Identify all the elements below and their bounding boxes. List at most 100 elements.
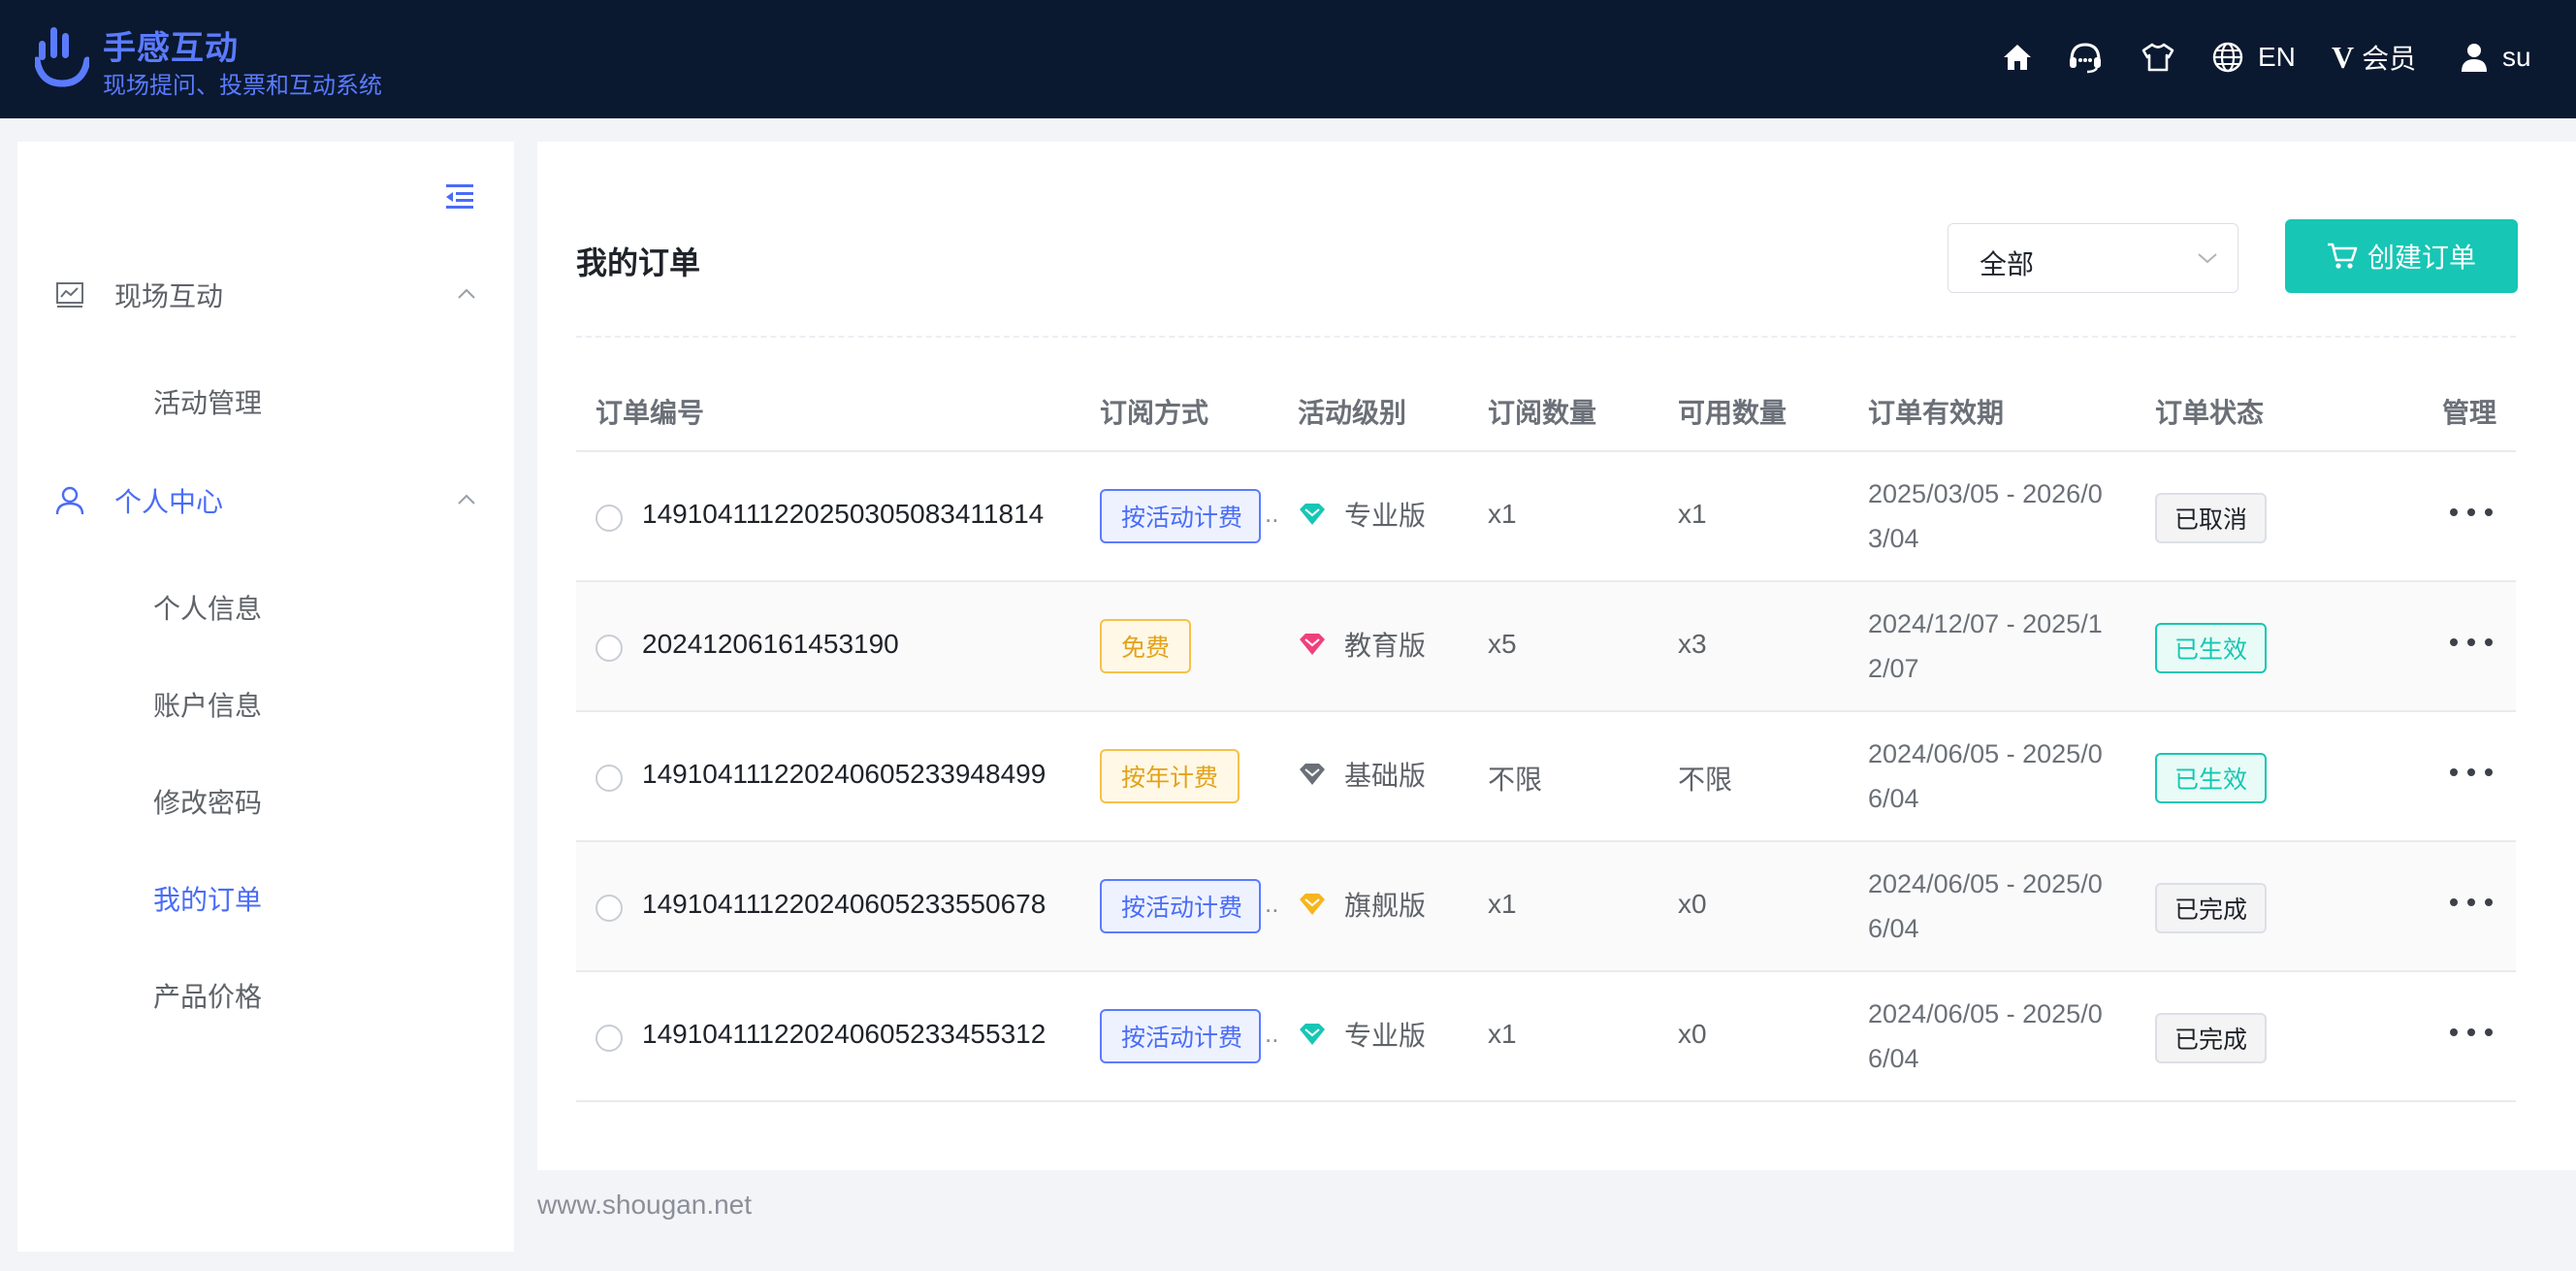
menu-group-live-interaction[interactable]: 现场互动 [17, 266, 514, 324]
more-dot-icon [2450, 508, 2458, 516]
status-filter-select[interactable]: 全部 [1948, 223, 2238, 293]
table-row[interactable]: 20241206161453190 免费 教育版 x5 x3 2024/12/07 - 2… [576, 582, 2516, 712]
sidebar-item-my-orders[interactable]: 我的订单 [153, 879, 262, 918]
vip-icon: V [2332, 39, 2355, 75]
diamond-icon [1300, 764, 1325, 785]
table-row[interactable]: 149104111220250305083411814 按活动计费.. 专业版 x1 x… [576, 452, 2516, 582]
subscription-tag: 免费 [1100, 619, 1192, 673]
level-cell: 专业版 [1298, 495, 1426, 534]
top-header: 手感互动 现场提问、投票和互动系统 EN V 会员 su [0, 0, 2576, 118]
more-dot-icon [2485, 508, 2493, 516]
truncation-ellipsis: .. [1265, 889, 1279, 918]
validity-period: 2024/12/07 - 2025/12/07 [1868, 609, 2103, 683]
available-quantity: x3 [1678, 629, 1707, 659]
status-badge: 已完成 [2155, 883, 2268, 933]
validity-period: 2024/06/05 - 2025/06/04 [1868, 869, 2103, 943]
more-dot-icon [2485, 898, 2493, 906]
level-label: 教育版 [1344, 631, 1427, 661]
level-cell: 教育版 [1298, 625, 1426, 664]
sidebar-item-change-password[interactable]: 修改密码 [153, 782, 262, 821]
more-actions-button[interactable] [2450, 1023, 2493, 1042]
column-header-subscription: 订阅方式 [1100, 398, 1209, 428]
subscription-quantity: x5 [1488, 629, 1517, 659]
more-actions-button[interactable] [2450, 763, 2493, 782]
language-button[interactable]: EN [2211, 37, 2296, 78]
row-select-radio[interactable] [596, 505, 623, 532]
table-row[interactable]: 149104111220240605233550678 按活动计费.. 旗舰版 x1 x… [576, 842, 2516, 972]
sidebar-item-activity-management[interactable]: 活动管理 [153, 382, 262, 421]
more-dot-icon [2467, 898, 2475, 906]
subscription-tag: 按活动计费 [1100, 879, 1261, 933]
cart-icon [2327, 243, 2358, 269]
vip-button[interactable]: V 会员 [2332, 37, 2416, 78]
order-number: 20241206161453190 [642, 629, 899, 659]
more-dot-icon [2485, 768, 2493, 776]
create-order-label: 创建订单 [2367, 243, 2476, 273]
row-select-radio[interactable] [596, 635, 623, 662]
row-select-radio[interactable] [596, 765, 623, 792]
available-quantity: x1 [1678, 499, 1707, 529]
order-number: 149104111220240605233550678 [642, 889, 1046, 919]
level-cell: 旗舰版 [1298, 885, 1426, 924]
more-actions-button[interactable] [2450, 893, 2493, 912]
validity-period: 2024/06/05 - 2025/06/04 [1868, 999, 2103, 1073]
more-dot-icon [2450, 638, 2458, 646]
column-header-order-no: 订单编号 [596, 398, 705, 428]
user-icon [55, 486, 84, 515]
truncation-ellipsis: .. [1265, 499, 1279, 528]
chevron-down-icon [2198, 253, 2217, 264]
table-row[interactable]: 149104111220240605233455312 按活动计费.. 专业版 x1 x… [576, 972, 2516, 1102]
diamond-icon [1300, 504, 1325, 525]
level-label: 专业版 [1344, 1021, 1427, 1051]
language-label: EN [2258, 42, 2296, 72]
column-header-manage: 管理 [2442, 398, 2497, 428]
home-button[interactable] [2002, 37, 2033, 78]
more-actions-button[interactable] [2450, 503, 2493, 522]
table-row[interactable]: 149104111220240605233948499 按年计费 基础版 不限 不限 20… [576, 712, 2516, 842]
validity-period: 2025/03/05 - 2026/03/04 [1868, 479, 2103, 553]
menu-group-personal-center[interactable]: 个人中心 [17, 472, 514, 530]
create-order-button[interactable]: 创建订单 [2285, 219, 2518, 293]
user-menu[interactable]: su [2460, 37, 2531, 78]
truncation-ellipsis: .. [1265, 1019, 1279, 1048]
collapse-menu-icon[interactable] [444, 182, 475, 210]
headset-icon [2070, 43, 2101, 74]
brand-subtitle: 现场提问、投票和互动系统 [103, 73, 382, 99]
more-dot-icon [2485, 638, 2493, 646]
skin-button[interactable] [2141, 37, 2174, 78]
sidebar: 现场互动 活动管理 个人中心 个人信息 账户信息 修改密码 我的订单 产品价格 [17, 142, 514, 1252]
status-badge: 已完成 [2155, 1013, 2268, 1063]
diamond-icon [1300, 1024, 1325, 1045]
available-quantity: x0 [1678, 1019, 1707, 1049]
chevron-up-icon [458, 288, 475, 299]
column-header-level: 活动级别 [1298, 398, 1407, 428]
row-select-radio[interactable] [596, 1025, 623, 1052]
column-header-validity: 订单有效期 [1868, 398, 2005, 428]
diamond-icon [1300, 634, 1325, 655]
chevron-up-icon [458, 494, 475, 505]
available-quantity: 不限 [1678, 765, 1733, 795]
column-header-available: 可用数量 [1678, 398, 1787, 428]
home-icon [2004, 45, 2031, 70]
sidebar-item-account-info[interactable]: 账户信息 [153, 685, 262, 724]
filter-value: 全部 [1980, 249, 2035, 279]
support-button[interactable] [2068, 37, 2103, 78]
sidebar-item-product-price[interactable]: 产品价格 [153, 976, 262, 1015]
row-select-radio[interactable] [596, 895, 623, 922]
user-icon [2462, 44, 2487, 72]
status-badge: 已取消 [2155, 493, 2268, 543]
page-title: 我的订单 [576, 245, 701, 280]
level-label: 基础版 [1344, 761, 1427, 791]
more-actions-button[interactable] [2450, 633, 2493, 652]
order-number: 149104111220240605233455312 [642, 1019, 1046, 1049]
more-dot-icon [2450, 1028, 2458, 1036]
user-name: su [2502, 42, 2531, 72]
more-dot-icon [2450, 768, 2458, 776]
subscription-tag: 按年计费 [1100, 749, 1240, 803]
subscription-quantity: x1 [1488, 889, 1517, 919]
status-badge: 已生效 [2155, 753, 2268, 803]
status-badge: 已生效 [2155, 623, 2268, 673]
validity-period: 2024/06/05 - 2025/06/04 [1868, 739, 2103, 813]
sidebar-item-personal-info[interactable]: 个人信息 [153, 588, 262, 627]
order-number: 149104111220240605233948499 [642, 759, 1046, 789]
